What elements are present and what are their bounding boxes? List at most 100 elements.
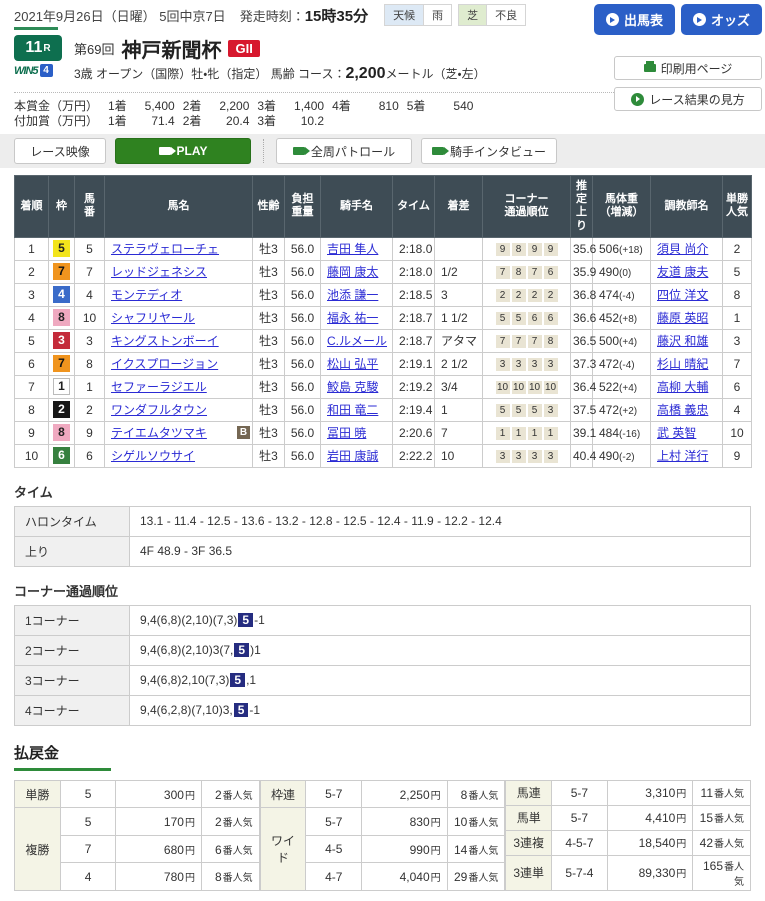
finish-time: 2:19.2 [393,375,435,398]
jockey-link[interactable]: 岩田 康誠 [327,449,378,463]
horse-name-link[interactable]: セファーラジエル [111,380,207,394]
jockey-link[interactable]: 福永 祐一 [327,311,378,325]
win-popularity: 8 [723,283,752,306]
estimated-last-3f: 35.9 [571,260,593,283]
body-weight-cell: 472(-4) [593,352,651,375]
race-number-suffix: R [43,43,50,54]
turf-condition-info: 芝不良 [458,4,526,26]
winning-horse-highlight: 5 [230,673,245,687]
jockey-link[interactable]: 池添 謙一 [327,288,378,302]
trainer-link[interactable]: 須貝 尚介 [657,242,708,256]
column-header: 着順 [15,176,49,238]
win5-badge: WIN5 4 [14,64,62,77]
jockey-link[interactable]: 冨田 暁 [327,426,366,440]
print-page-label: 印刷用ページ [661,60,733,77]
corner-order-row: 1コーナー9,4(6,8)(2,10)(7,3)5-1 [15,605,751,635]
popularity-suffix: 番人気 [714,814,744,825]
corner-positions-cell: 9899 [483,237,571,260]
payout-combination: 5-7 [306,808,362,836]
strip-divider [263,139,264,163]
last-furlongs-value: 4F 48.9 - 3F 36.5 [130,536,751,566]
trainer-link[interactable]: 藤沢 和雄 [657,334,708,348]
jockey-link[interactable]: 松山 弘平 [327,357,378,371]
win5-leg-number: 4 [40,64,53,77]
horse-name-link[interactable]: ワンダフルタウン [111,403,207,417]
payout-combination: 4-7 [306,863,362,891]
horse-name-link[interactable]: イクスプロージョン [111,357,218,371]
horse-name-link[interactable]: シャフリヤール [111,311,195,325]
results-header-row: 着順枠馬 番馬名性齢負担 重量騎手名タイム着差コーナー 通過順位推 定 上 り馬… [15,176,752,238]
patrol-video-button[interactable]: 全周パトロール [276,138,412,164]
trainer-link[interactable]: 藤原 英昭 [657,311,708,325]
bracket-cell: 4 [49,283,75,306]
result-guide-button[interactable]: レース結果の見方 [614,87,762,111]
secondary-buttons: 印刷用ページ レース結果の見方 [614,56,762,111]
trainer-link[interactable]: 友道 康夫 [657,265,708,279]
bracket-number: 8 [53,309,70,326]
race-title: 神戸新聞杯 [121,34,221,63]
payout-amount: 680円 [116,835,202,863]
yen-suffix: 円 [431,818,441,829]
estimated-last-3f: 36.4 [571,375,593,398]
bracket-number: 7 [53,263,70,280]
prize-value: 2,200 [205,99,249,113]
corner-position: 7 [496,266,510,279]
winning-horse-highlight: 5 [234,643,249,657]
body-weight: 484 [599,426,619,440]
column-header: 性齢 [253,176,285,238]
body-weight: 472 [599,403,619,417]
margin: 3/4 [435,375,483,398]
trainer-link[interactable]: 四位 洋文 [657,288,708,302]
time-section-heading: タイム [14,482,751,501]
jockey-link[interactable]: 和田 竜二 [327,403,378,417]
payout-amount-value: 89,330 [639,866,676,880]
estimated-last-3f: 37.5 [571,398,593,421]
finish-time: 2:19.4 [393,398,435,421]
horse-name-link[interactable]: テイエムタツマキ [111,426,207,440]
entry-table-label: 出馬表 [624,10,663,29]
jockey-link[interactable]: 藤岡 康太 [327,265,378,279]
yen-suffix: 円 [185,791,195,802]
play-button[interactable]: PLAY [115,138,251,164]
margin [435,237,483,260]
race-badges: 11R WIN5 4 [14,35,62,83]
print-page-button[interactable]: 印刷用ページ [614,56,762,80]
payout-amount: 830円 [362,808,448,836]
horse-name-link[interactable]: シゲルソウサイ [111,449,195,463]
jockey-link[interactable]: 吉田 隼人 [327,242,378,256]
odds-button[interactable]: オッズ [681,4,762,35]
payout-combination: 5-7 [552,780,608,805]
payout-amount-value: 990 [410,843,430,857]
trainer-link[interactable]: 高柳 大輔 [657,380,708,394]
race-video-button[interactable]: レース映像 [14,138,106,164]
jockey-interview-button[interactable]: 騎手インタビュー [421,138,557,164]
result-row: 344モンテディオ牡356.0池添 謙一2:18.53222236.8474(-… [15,283,752,306]
trainer-link[interactable]: 高橋 義忠 [657,403,708,417]
trainer-link[interactable]: 杉山 晴紀 [657,357,708,371]
estimated-last-3f: 36.5 [571,329,593,352]
entry-table-button[interactable]: 出馬表 [594,4,675,35]
corner-positions-cell: 10101010 [483,375,571,398]
jockey-link[interactable]: 鮫島 克駿 [327,380,378,394]
finish-time: 2:18.0 [393,237,435,260]
horse-name-link[interactable]: レッドジェネシス [111,265,207,279]
bet-type-label: 複勝 [15,808,61,891]
horse-name-link[interactable]: モンテディオ [111,288,182,302]
carried-weight: 56.0 [285,352,321,375]
dotted-separator [14,92,614,93]
margin: アタマ [435,329,483,352]
horse-name-link[interactable]: キングストンボーイ [111,334,219,348]
payout-heading-underline [14,768,111,771]
payout-table: 馬連5-73,310円11番人気馬単5-74,410円15番人気3連複4-5-7… [505,780,751,891]
horse-number: 4 [75,283,105,306]
corner-position: 3 [544,358,558,371]
body-weight: 490 [599,449,619,463]
trainer-link[interactable]: 武 英智 [657,426,696,440]
prize-value: 5,400 [131,99,175,113]
horse-name-link[interactable]: ステラヴェローチェ [111,242,219,256]
bracket-cell: 1 [49,375,75,398]
date-underline [14,27,58,30]
trainer-link[interactable]: 上村 洋行 [657,449,708,463]
finish-time: 2:22.2 [393,444,435,467]
jockey-link[interactable]: C.ルメール [327,334,387,348]
